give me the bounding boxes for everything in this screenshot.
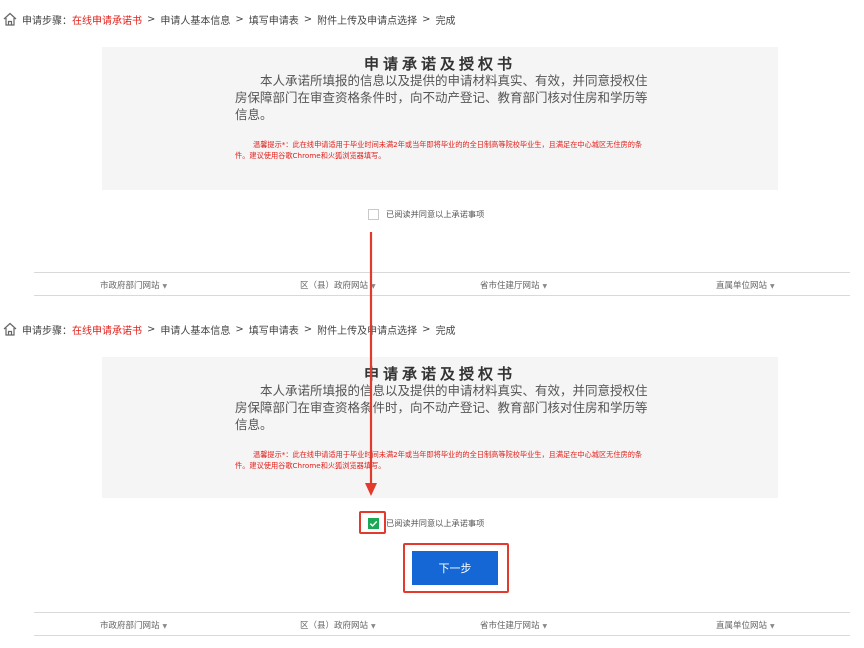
chevron-down-icon: ▼: [770, 623, 775, 630]
footer-link-city-gov[interactable]: 市政府部门网站 ▼: [100, 619, 167, 631]
breadcrumb-step: 附件上传及申请点选择: [317, 325, 418, 337]
footer-link-affiliated[interactable]: 直属单位网站 ▼: [716, 279, 775, 291]
chevron-down-icon: ▼: [371, 283, 376, 290]
breadcrumb-separator: >: [235, 13, 244, 25]
footer-link-province-housing[interactable]: 省市住建厅网站 ▼: [480, 619, 547, 631]
footer-links: 市政府部门网站 ▼ 区（县）政府网站 ▼ 省市住建厅网站 ▼ 直属单位网站 ▼: [34, 612, 850, 636]
footer-links: 市政府部门网站 ▼ 区（县）政府网站 ▼ 省市住建厅网站 ▼ 直属单位网站 ▼: [34, 272, 850, 296]
chevron-down-icon: ▼: [542, 283, 548, 290]
checkbox-highlight-box: [359, 511, 386, 534]
breadcrumb-step: 完成: [435, 15, 456, 27]
breadcrumb-separator: >: [147, 13, 156, 25]
breadcrumb-separator: >: [147, 323, 156, 335]
breadcrumb-label: 申请步骤：: [22, 15, 72, 27]
commitment-title: 申请承诺及授权书: [363, 55, 516, 73]
breadcrumb-current-step: 在线申请承诺书: [72, 15, 142, 27]
chevron-down-icon: ▼: [162, 623, 168, 630]
chevron-down-icon: ▼: [162, 283, 168, 290]
breadcrumb-step: 填写申请表: [248, 15, 299, 27]
footer-link-city-gov[interactable]: 市政府部门网站 ▼: [100, 279, 167, 291]
chevron-down-icon: ▼: [770, 283, 775, 290]
commitment-panel: 申请承诺及授权书 本人承诺所填报的信息以及提供的申请材料真实、有效，并同意授权住…: [102, 47, 778, 190]
commitment-title: 申请承诺及授权书: [363, 365, 516, 383]
footer-link-district-gov[interactable]: 区（县）政府网站 ▼: [300, 619, 376, 631]
commitment-panel: 申请承诺及授权书 本人承诺所填报的信息以及提供的申请材料真实、有效，并同意授权住…: [102, 357, 778, 498]
home-icon[interactable]: [2, 321, 18, 337]
breadcrumb-current-step: 在线申请承诺书: [72, 325, 142, 337]
agree-checkbox[interactable]: [368, 208, 379, 220]
commitment-text: 本人承诺所填报的信息以及提供的申请材料真实、有效，并同意授权住房保障部门在审查资…: [235, 383, 648, 432]
chevron-down-icon: ▼: [371, 623, 376, 630]
breadcrumb-separator: >: [422, 323, 431, 335]
breadcrumb-separator: >: [422, 13, 431, 25]
breadcrumb-separator: >: [235, 323, 244, 335]
breadcrumb-step: 申请人基本信息: [160, 15, 231, 27]
breadcrumb-step: 附件上传及申请点选择: [317, 15, 418, 27]
warm-tip: 温馨提示*：此在线申请适用于毕业时间未满2年或当年即将毕业的的全日制高等院校毕业…: [235, 140, 643, 160]
footer-link-affiliated[interactable]: 直属单位网站 ▼: [716, 619, 775, 631]
agree-label: 已阅读并同意以上承诺事项: [386, 209, 485, 219]
breadcrumb: 申请步骤： 在线申请承诺书 > 申请人基本信息 > 填写申请表 > 附件上传及申…: [0, 9, 456, 29]
warm-tip: 温馨提示*：此在线申请适用于毕业时间未满2年或当年即将毕业的的全日制高等院校毕业…: [235, 450, 643, 470]
next-button-highlight-box: [403, 543, 509, 593]
home-icon[interactable]: [2, 11, 18, 27]
agree-label: 已阅读并同意以上承诺事项: [386, 518, 485, 528]
breadcrumb-label: 申请步骤：: [22, 325, 72, 337]
footer-link-district-gov[interactable]: 区（县）政府网站 ▼: [300, 279, 376, 291]
breadcrumb-separator: >: [303, 13, 313, 25]
agree-checkbox-row[interactable]: 已阅读并同意以上承诺事项: [368, 207, 484, 221]
breadcrumb-step: 填写申请表: [248, 325, 299, 337]
breadcrumb-step: 完成: [435, 325, 456, 337]
breadcrumb-step: 申请人基本信息: [160, 325, 231, 337]
chevron-down-icon: ▼: [542, 623, 548, 630]
breadcrumb: 申请步骤： 在线申请承诺书 > 申请人基本信息 > 填写申请表 > 附件上传及申…: [0, 319, 456, 339]
footer-link-province-housing[interactable]: 省市住建厅网站 ▼: [480, 279, 547, 291]
breadcrumb-separator: >: [303, 323, 313, 335]
commitment-text: 本人承诺所填报的信息以及提供的申请材料真实、有效，并同意授权住房保障部门在审查资…: [235, 73, 648, 122]
